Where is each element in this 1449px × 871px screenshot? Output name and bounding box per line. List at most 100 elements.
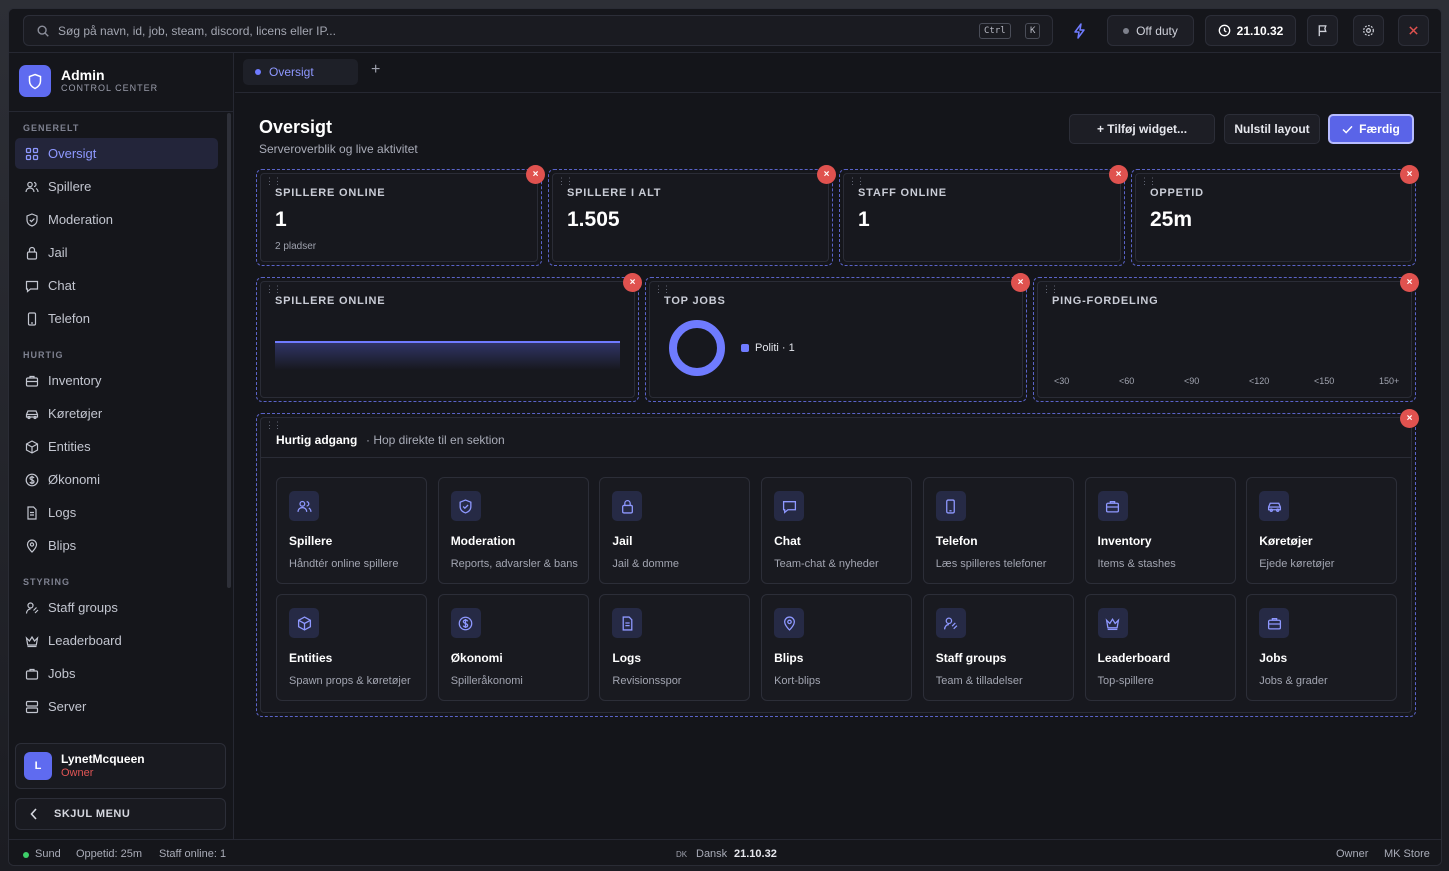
file-icon	[27, 505, 37, 520]
add-widget-button[interactable]: + Tilføj widget...	[1069, 114, 1215, 144]
shield-icon	[26, 212, 38, 227]
sidebar-item-blips[interactable]: Blips	[15, 530, 218, 561]
language-label[interactable]: Dansk	[696, 848, 727, 860]
stat-value: 1	[858, 208, 870, 231]
report-button[interactable]	[1307, 15, 1338, 46]
clock-time: 21.10.32	[1236, 23, 1284, 38]
sidebar-item-entities[interactable]: Entities	[15, 431, 218, 462]
widget-top-jobs[interactable]: ⋮⋮ TOP JOBS Politi · 1	[645, 277, 1027, 402]
shield-logo-icon	[19, 65, 51, 97]
divider	[9, 111, 233, 112]
sidebar-item-inventory[interactable]: Inventory	[15, 365, 218, 396]
stat-card-staff-online[interactable]: ⋮⋮ STAFF ONLINE 1	[839, 169, 1125, 266]
stat-note: 2 pladser	[275, 241, 317, 252]
sidebar-item-staff-groups[interactable]: Staff groups	[15, 592, 218, 623]
remove-widget-button[interactable]: ×	[1400, 409, 1419, 428]
page-subtitle: Serveroverblik og live aktivitet	[259, 142, 418, 156]
users-icon	[289, 491, 319, 521]
brand-title: Admin	[61, 67, 105, 83]
stat-label: SPILLERE ONLINE	[275, 187, 386, 199]
tab-oversigt[interactable]: Oversigt	[243, 59, 358, 85]
quick-access-tile[interactable]: Entities Spawn props & køretøjer	[276, 594, 427, 701]
drag-handle-icon[interactable]: ⋮⋮	[265, 177, 282, 186]
remove-widget-button[interactable]: ×	[817, 165, 836, 184]
widget-players-online-chart[interactable]: ⋮⋮ SPILLERE ONLINE	[256, 277, 639, 402]
top-jobs-donut-chart	[669, 320, 725, 376]
quick-access-tile[interactable]: Moderation Reports, advarsler & bans	[437, 477, 589, 584]
sidebar-item-jobs[interactable]: Jobs	[15, 658, 218, 689]
hide-menu-label: SKJUL MENU	[54, 808, 131, 820]
admin-window: Søg på navn, id, job, steam, discord, li…	[8, 8, 1442, 866]
section-styring: STYRING	[23, 577, 71, 587]
sidebar-item-oversigt[interactable]: Oversigt	[15, 138, 218, 169]
add-tab-button[interactable]: +	[371, 61, 380, 79]
quick-access-tile[interactable]: Logs Revisionsspor	[599, 594, 751, 701]
settings-button[interactable]	[1353, 15, 1384, 46]
sidebar-item-jail[interactable]: Jail	[15, 237, 218, 268]
sidebar-item-telefon[interactable]: Telefon	[15, 303, 218, 334]
quick-access-tile[interactable]: Køretøjer Ejede køretøjer	[1246, 477, 1398, 584]
bolt-button[interactable]	[1065, 15, 1095, 46]
tab-dot	[255, 69, 261, 75]
stat-card-players-online[interactable]: ⋮⋮ SPILLERE ONLINE 1 2 pladser	[256, 169, 542, 266]
quick-access-tile[interactable]: Blips Kort-blips	[761, 594, 913, 701]
brand-subtitle: CONTROL CENTER	[61, 83, 159, 93]
quick-access-tile[interactable]: Jail Jail & domme	[599, 477, 751, 584]
remove-widget-button[interactable]: ×	[526, 165, 545, 184]
ping-tick-label: <120	[1249, 376, 1270, 386]
sidebar-item-spillere[interactable]: Spillere	[15, 171, 218, 202]
remove-widget-button[interactable]: ×	[623, 273, 642, 292]
health-status: Sund	[35, 848, 61, 860]
remove-widget-button[interactable]: ×	[1400, 273, 1419, 292]
reset-layout-button[interactable]: Nulstil layout	[1224, 114, 1320, 144]
stat-card-uptime[interactable]: ⋮⋮ OPPETID 25m	[1131, 169, 1416, 266]
stat-card-players-total[interactable]: ⋮⋮ SPILLERE I ALT 1.505	[548, 169, 833, 266]
quick-access-tile[interactable]: Chat Team-chat & nyheder	[761, 477, 913, 584]
remove-widget-button[interactable]: ×	[1109, 165, 1128, 184]
sidebar-item-chat[interactable]: Chat	[15, 270, 218, 301]
tile-title: Jobs	[1259, 651, 1288, 665]
duty-status-button[interactable]: Off duty	[1107, 15, 1194, 46]
sidebar-item-moderation[interactable]: Moderation	[15, 204, 218, 235]
stat-value: 1.505	[567, 208, 620, 231]
tile-subtitle: Revisionsspor	[612, 675, 682, 687]
drag-handle-icon[interactable]: ⋮⋮	[1140, 177, 1157, 186]
sidebar-item-logs[interactable]: Logs	[15, 497, 218, 528]
sidebar-item-koretojer[interactable]: Køretøjer	[15, 398, 218, 429]
tile-title: Entities	[289, 651, 333, 665]
sidebar-item-label: Leaderboard	[48, 633, 122, 648]
quick-access-tile[interactable]: Økonomi Spilleråkonomi	[437, 594, 589, 701]
drag-handle-icon[interactable]: ⋮⋮	[654, 285, 671, 294]
sidebar-scrollbar[interactable]	[227, 113, 231, 588]
close-button[interactable]	[1398, 15, 1429, 46]
briefcase-icon	[25, 668, 39, 680]
remove-widget-button[interactable]: ×	[1400, 165, 1419, 184]
drag-handle-icon[interactable]: ⋮⋮	[557, 177, 574, 186]
search-input[interactable]: Søg på navn, id, job, steam, discord, li…	[23, 15, 1053, 46]
remove-widget-button[interactable]: ×	[1011, 273, 1030, 292]
quick-access-tile[interactable]: Leaderboard Top-spillere	[1084, 594, 1236, 701]
pin-icon	[26, 538, 38, 553]
quick-access-tile[interactable]: Staff groups Team & tilladelser	[922, 594, 1074, 701]
user-card[interactable]: L LynetMcqueen Owner	[15, 743, 226, 789]
sidebar-item-label: Chat	[48, 278, 76, 293]
drag-handle-icon[interactable]: ⋮⋮	[265, 285, 282, 294]
quick-access-tile[interactable]: Jobs Jobs & grader	[1246, 594, 1398, 701]
drag-handle-icon[interactable]: ⋮⋮	[1042, 285, 1059, 294]
quick-access-tile[interactable]: Inventory Items & stashes	[1084, 477, 1236, 584]
done-button[interactable]: Færdig	[1328, 114, 1414, 144]
drag-handle-icon[interactable]: ⋮⋮	[265, 421, 282, 430]
widget-ping-distribution[interactable]: ⋮⋮ PING-FORDELING <30 <60 <90 <120 <150 150+	[1033, 277, 1416, 402]
dollar-icon	[25, 473, 39, 486]
pin-icon	[774, 608, 805, 638]
hide-menu-button[interactable]: SKJUL MENU	[15, 798, 226, 830]
sidebar-item-server[interactable]: Server	[15, 691, 218, 722]
quick-access-tile[interactable]: Spillere Håndtér online spillere	[276, 477, 427, 584]
tile-subtitle: Team & tilladelser	[935, 675, 1023, 687]
sidebar-item-leaderboard[interactable]: Leaderboard	[15, 625, 218, 656]
section-hurtig: HURTIG	[23, 350, 64, 360]
quick-access-tile[interactable]: Telefon Læs spilleres telefoner	[922, 477, 1074, 584]
top-bar: Søg på navn, id, job, steam, discord, li…	[9, 9, 1441, 53]
drag-handle-icon[interactable]: ⋮⋮	[848, 177, 865, 186]
sidebar-item-okonomi[interactable]: Økonomi	[15, 464, 218, 495]
